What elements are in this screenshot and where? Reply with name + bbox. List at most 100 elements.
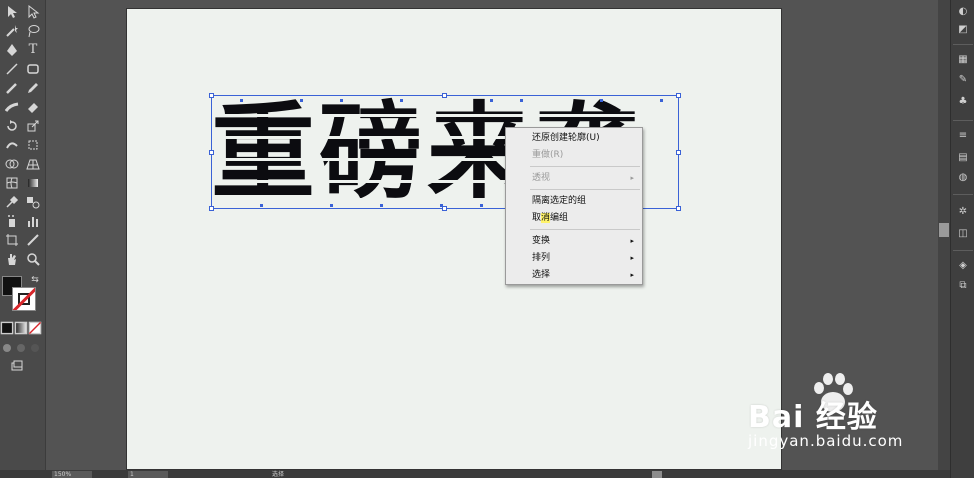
color-panel-icon[interactable]: ◐ — [956, 6, 970, 18]
dock-divider — [953, 250, 973, 251]
horizontal-scroll-thumb[interactable] — [652, 471, 662, 478]
rotate-tool-icon[interactable] — [3, 118, 21, 134]
submenu-arrow-icon: ▸ — [630, 254, 634, 262]
vertical-scroll-thumb[interactable] — [939, 223, 949, 237]
color-mode-icon[interactable] — [0, 320, 14, 335]
graphic-styles-panel-icon[interactable]: ◫ — [956, 228, 970, 240]
artboard-number-field[interactable]: 1 — [128, 471, 168, 478]
shape-builder-tool-icon[interactable] — [3, 156, 21, 172]
symbol-sprayer-tool-icon[interactable] — [3, 213, 21, 229]
gradient-tool-icon[interactable] — [24, 175, 42, 191]
lasso-tool-icon[interactable] — [24, 23, 42, 39]
artboard-tool-icon[interactable] — [3, 232, 21, 248]
anchor-point — [440, 204, 443, 207]
hand-tool-icon[interactable] — [3, 251, 21, 267]
gradient-mode-icon[interactable] — [14, 320, 28, 335]
menu-item-redo: 重做(R) — [506, 148, 642, 162]
menu-item-label: 选择 — [532, 270, 551, 280]
status-tool-label: 选择 — [272, 471, 285, 478]
color-guide-panel-icon[interactable]: ◩ — [956, 24, 970, 36]
menu-item-label: 排列 — [532, 253, 551, 263]
draw-behind-icon[interactable] — [14, 340, 28, 356]
zoom-field[interactable]: 150% — [52, 471, 92, 478]
menu-item-undo-create-outlines[interactable]: 还原创建轮廓(U) — [506, 131, 642, 145]
draw-inside-icon[interactable] — [28, 340, 42, 356]
transparency-panel-icon[interactable]: ◍ — [956, 172, 970, 184]
submenu-arrow-icon: ▸ — [630, 174, 634, 182]
submenu-arrow-icon: ▸ — [630, 271, 634, 279]
rectangle-tool-icon[interactable] — [24, 61, 42, 77]
eyedropper-tool-icon[interactable] — [3, 194, 21, 210]
scale-tool-icon[interactable] — [24, 118, 42, 134]
pen-tool-icon[interactable] — [3, 42, 21, 58]
gradient-panel-icon[interactable]: ▤ — [956, 152, 970, 164]
swatches-panel-icon[interactable]: ▦ — [956, 54, 970, 66]
handle-top-center[interactable] — [442, 93, 447, 98]
handle-top-left[interactable] — [209, 93, 214, 98]
anchor-point — [240, 99, 243, 102]
baidu-jingyan-watermark: Bai 经验 jingyan.baidu.com — [748, 372, 928, 462]
menu-separator — [530, 166, 640, 167]
artboards-panel-icon[interactable]: ⧉ — [956, 280, 970, 292]
menu-item-arrange[interactable]: 排列 ▸ — [506, 251, 642, 265]
pencil-tool-icon[interactable] — [24, 80, 42, 96]
handle-bottom-left[interactable] — [209, 206, 214, 211]
zoom-tool-icon[interactable] — [24, 251, 42, 267]
layers-panel-icon[interactable]: ◈ — [956, 260, 970, 272]
dock-divider — [953, 194, 973, 195]
blend-tool-icon[interactable] — [24, 194, 42, 210]
screen-mode-icon[interactable] — [8, 358, 26, 374]
appearance-panel-icon[interactable]: ✲ — [956, 206, 970, 218]
free-transform-tool-icon[interactable] — [24, 137, 42, 153]
line-tool-icon[interactable] — [3, 61, 21, 77]
cursor-highlight: 消 — [541, 213, 551, 223]
slice-tool-icon[interactable] — [24, 232, 42, 248]
anchor-point — [480, 204, 483, 207]
anchor-point — [520, 99, 523, 102]
anchor-point — [380, 204, 383, 207]
type-tool-icon[interactable]: T — [24, 42, 42, 58]
none-mode-icon[interactable] — [28, 320, 42, 335]
menu-item-label: 透视 — [532, 173, 551, 183]
anchor-point — [260, 204, 263, 207]
vertical-scrollbar[interactable] — [938, 0, 950, 470]
warp-tool-icon[interactable] — [3, 137, 21, 153]
menu-item-ungroup[interactable]: 取消编组 — [506, 211, 642, 225]
handle-top-right[interactable] — [676, 93, 681, 98]
anchor-point — [330, 204, 333, 207]
menu-item-label: 变换 — [532, 236, 551, 246]
menu-item-isolate-group[interactable]: 隔离选定的组 — [506, 194, 642, 208]
brushes-panel-icon[interactable]: ✎ — [956, 74, 970, 86]
eraser-tool-icon[interactable] — [24, 99, 42, 115]
menu-item-label: 还原创建轮廓(U) — [532, 133, 600, 143]
watermark-url: jingyan.baidu.com — [748, 432, 904, 450]
perspective-grid-tool-icon[interactable] — [24, 156, 42, 172]
selection-tool-icon[interactable] — [3, 4, 21, 20]
menu-item-label: 隔离选定的组 — [532, 196, 587, 206]
handle-bottom-right[interactable] — [676, 206, 681, 211]
anchor-point — [340, 99, 343, 102]
handle-middle-right[interactable] — [676, 150, 681, 155]
artboard[interactable] — [126, 8, 782, 470]
handle-middle-left[interactable] — [209, 150, 214, 155]
dock-divider — [953, 120, 973, 121]
column-graph-tool-icon[interactable] — [24, 213, 42, 229]
draw-normal-icon[interactable] — [0, 340, 14, 356]
dock-divider — [953, 44, 973, 45]
magic-wand-tool-icon[interactable] — [3, 23, 21, 39]
symbols-panel-icon[interactable]: ♣ — [956, 96, 970, 108]
paintbrush-tool-icon[interactable] — [3, 80, 21, 96]
menu-item-label-part: 编组 — [550, 213, 569, 223]
stroke-swatch[interactable] — [12, 287, 36, 311]
menu-item-select[interactable]: 选择 ▸ — [506, 268, 642, 282]
swap-colors-icon[interactable]: ⇆ — [26, 272, 44, 288]
tools-panel: T ⇆ — [0, 0, 46, 470]
anchor-point — [300, 99, 303, 102]
anchor-point — [660, 99, 663, 102]
mesh-tool-icon[interactable] — [3, 175, 21, 191]
direct-selection-tool-icon[interactable] — [24, 4, 42, 20]
stroke-panel-icon[interactable]: ≡ — [956, 130, 970, 142]
menu-item-transform[interactable]: 变换 ▸ — [506, 234, 642, 248]
illustrator-window: T ⇆ 重磅来袭 还原创建轮廓(U) 重做(R) 透视 ▸ 隔离选定的组 取消编… — [0, 0, 974, 478]
blob-brush-tool-icon[interactable] — [3, 99, 21, 115]
